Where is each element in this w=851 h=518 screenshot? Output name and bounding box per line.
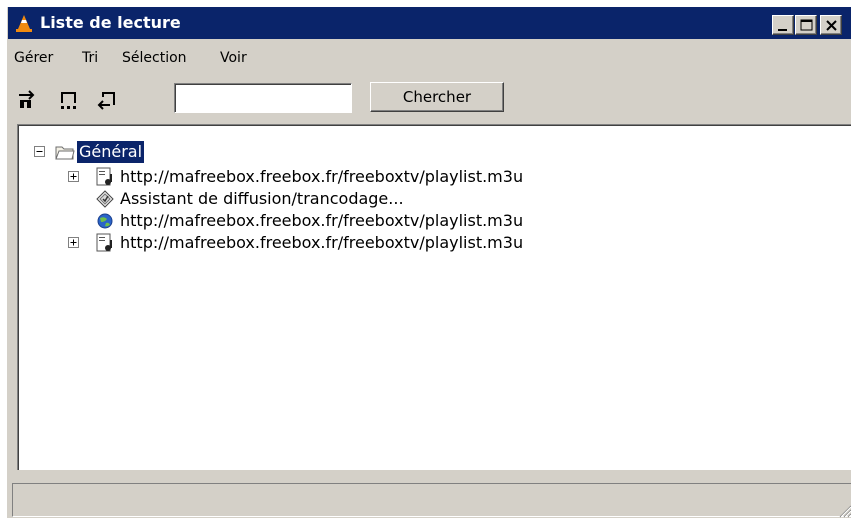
window-title: Liste de lecture: [40, 13, 181, 32]
tree-root-label[interactable]: Général: [77, 141, 145, 163]
tree-item-row[interactable]: http://mafreebox.freebox.fr/freeboxtv/pl…: [18, 210, 638, 232]
maximize-button[interactable]: [795, 15, 817, 35]
network-globe-icon: [97, 213, 113, 229]
tree-item-row[interactable]: http://mafreebox.freebox.fr/freeboxtv/pl…: [18, 232, 638, 254]
tree-item-row[interactable]: http://mafreebox.freebox.fr/freeboxtv/pl…: [18, 166, 638, 188]
menu-gerer[interactable]: Gérer: [14, 48, 53, 68]
close-button[interactable]: [820, 15, 842, 35]
menu-bar: Gérer Tri Sélection Voir: [8, 43, 851, 73]
search-button[interactable]: Chercher: [370, 82, 504, 112]
menu-tri[interactable]: Tri: [82, 48, 98, 68]
playlist-remove-icon[interactable]: [96, 89, 118, 111]
streaming-wizard-icon: [96, 190, 114, 208]
menu-voir[interactable]: Voir: [220, 48, 247, 68]
search-input[interactable]: [174, 83, 352, 113]
expand-icon[interactable]: [68, 237, 79, 248]
playlist-add-icon[interactable]: [17, 89, 39, 111]
close-icon: [826, 20, 837, 31]
collapse-icon[interactable]: [34, 146, 45, 157]
vlc-cone-icon: [16, 15, 32, 32]
maximize-icon: [800, 19, 813, 31]
tree-item-row[interactable]: Assistant de diffusion/trancodage...: [18, 188, 638, 210]
title-bar[interactable]: Liste de lecture: [8, 7, 851, 39]
folder-icon: [55, 146, 75, 160]
tree-root-row[interactable]: Général: [18, 141, 418, 163]
tree-item-label[interactable]: http://mafreebox.freebox.fr/freeboxtv/pl…: [120, 166, 523, 188]
playlist-file-icon: [96, 233, 112, 252]
playlist-window: Liste de lecture Gérer Tri Sélection Voi…: [7, 7, 851, 518]
playlist-file-icon: [96, 167, 112, 186]
expand-icon[interactable]: [68, 171, 79, 182]
tree-item-label[interactable]: http://mafreebox.freebox.fr/freeboxtv/pl…: [120, 232, 523, 254]
playlist-edit-icon[interactable]: [58, 89, 80, 111]
minimize-icon: [778, 29, 787, 31]
minimize-button[interactable]: [772, 15, 794, 35]
menu-selection[interactable]: Sélection: [122, 48, 187, 68]
tree-item-label[interactable]: http://mafreebox.freebox.fr/freeboxtv/pl…: [120, 210, 523, 232]
status-bar: [12, 483, 851, 517]
resize-grip-icon[interactable]: [836, 502, 851, 518]
tree-item-label[interactable]: Assistant de diffusion/trancodage...: [120, 188, 404, 210]
toolbar: Chercher: [8, 79, 851, 129]
playlist-tree[interactable]: Général http://mafreebox.freebox.fr/free…: [17, 124, 851, 470]
